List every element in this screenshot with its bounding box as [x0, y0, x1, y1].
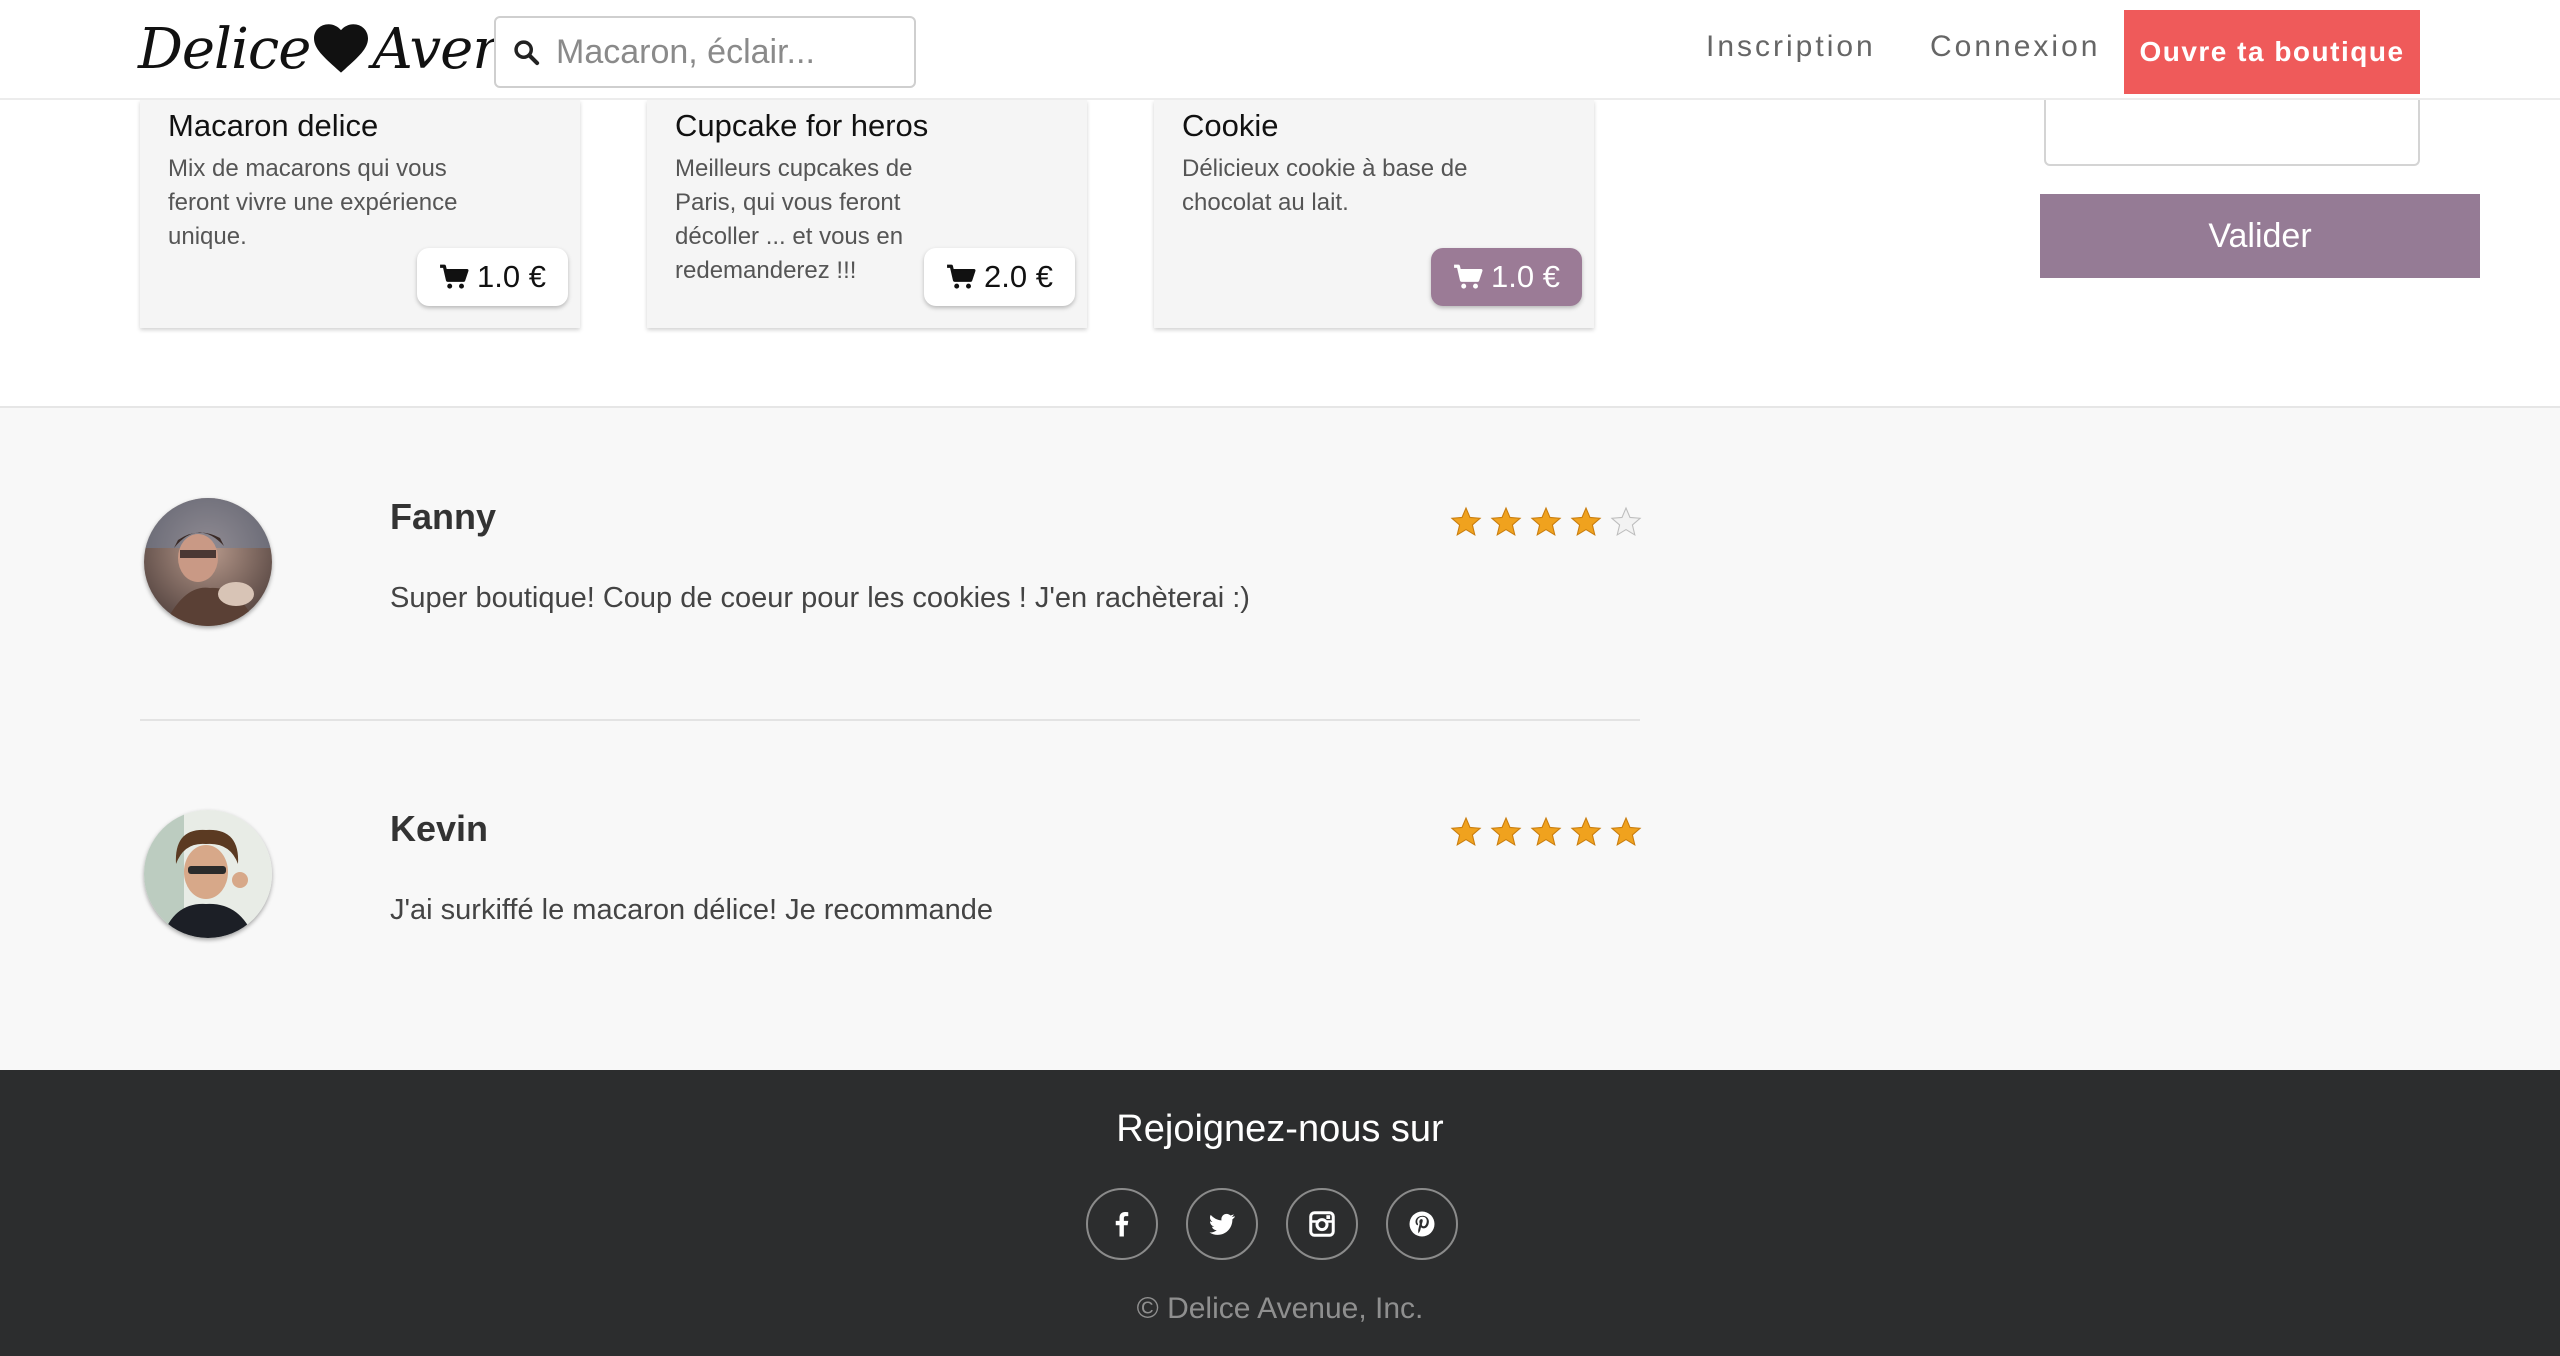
product-card[interactable]: Macaron delice Mix de macarons qui vous … — [140, 100, 580, 328]
product-card[interactable]: Cupcake for heros Meilleurs cupcakes de … — [647, 100, 1087, 328]
product-description: Mix de macarons qui vous feront vivre un… — [168, 155, 458, 250]
product-card[interactable]: Cookie Délicieux cookie à base de chocol… — [1154, 100, 1594, 328]
rating-stars — [1450, 816, 1642, 848]
copyright: © Delice Avenue, Inc. — [1136, 1292, 1424, 1325]
search-input[interactable] — [556, 32, 896, 72]
rating-stars — [1450, 506, 1642, 538]
product-price: 1.0 € — [1491, 259, 1560, 294]
cart-icon — [946, 264, 976, 290]
search-icon — [512, 38, 540, 66]
login-link[interactable]: Connexion — [1930, 30, 2100, 64]
reviews-section: Fanny Super boutique! Coup de coeur pour… — [0, 406, 2560, 1070]
star-filled-icon — [1450, 816, 1482, 848]
avatar — [144, 810, 272, 938]
join-us-heading: Rejoignez-nous sur — [1116, 1108, 1444, 1150]
add-to-cart-button[interactable]: 1.0 € — [417, 248, 568, 306]
star-filled-icon — [1610, 816, 1642, 848]
review-divider — [140, 719, 1640, 721]
product-title: Macaron delice — [168, 108, 379, 143]
validate-button[interactable]: Valider — [2040, 194, 2480, 278]
review-item: Fanny Super boutique! Coup de coeur pour… — [140, 492, 1642, 692]
social-links — [1086, 1188, 1458, 1260]
twitter-icon[interactable] — [1186, 1188, 1258, 1260]
cart-icon — [439, 264, 469, 290]
logo-text-delice: Delice — [138, 16, 311, 82]
product-title: Cookie — [1182, 108, 1279, 143]
product-title: Cupcake for heros — [675, 108, 929, 143]
cart-icon — [1453, 264, 1483, 290]
star-filled-icon — [1530, 816, 1562, 848]
product-price: 2.0 € — [984, 259, 1053, 294]
search-box[interactable] — [494, 16, 916, 88]
star-empty-icon — [1610, 506, 1642, 538]
star-filled-icon — [1530, 506, 1562, 538]
register-link[interactable]: Inscription — [1706, 30, 1876, 64]
star-filled-icon — [1490, 816, 1522, 848]
product-price: 1.0 € — [477, 259, 546, 294]
instagram-icon[interactable] — [1286, 1188, 1358, 1260]
star-filled-icon — [1570, 816, 1602, 848]
heart-icon — [314, 24, 369, 74]
pinterest-icon[interactable] — [1386, 1188, 1458, 1260]
star-filled-icon — [1570, 506, 1602, 538]
reviewer-name: Kevin — [390, 808, 489, 849]
product-description: Délicieux cookie à base de chocolat au l… — [1182, 155, 1468, 216]
footer: Rejoignez-nous sur © Delice Avenue, Inc. — [0, 1070, 2560, 1356]
add-to-cart-button[interactable]: 1.0 € — [1431, 248, 1582, 306]
avatar — [144, 498, 272, 626]
facebook-icon[interactable] — [1086, 1188, 1158, 1260]
review-item: Kevin J'ai surkiffé le macaron délice! J… — [140, 804, 1642, 1004]
star-filled-icon — [1450, 506, 1482, 538]
add-to-cart-button[interactable]: 2.0 € — [924, 248, 1075, 306]
navbar: Delice Avenue Inscription Connexion Ouvr… — [0, 0, 2560, 100]
review-text: J'ai surkiffé le macaron délice! Je reco… — [390, 894, 993, 926]
star-filled-icon — [1490, 506, 1522, 538]
review-text: Super boutique! Coup de coeur pour les c… — [390, 582, 1250, 614]
reviewer-name: Fanny — [390, 496, 497, 537]
open-shop-button[interactable]: Ouvre ta boutique — [2124, 10, 2420, 94]
